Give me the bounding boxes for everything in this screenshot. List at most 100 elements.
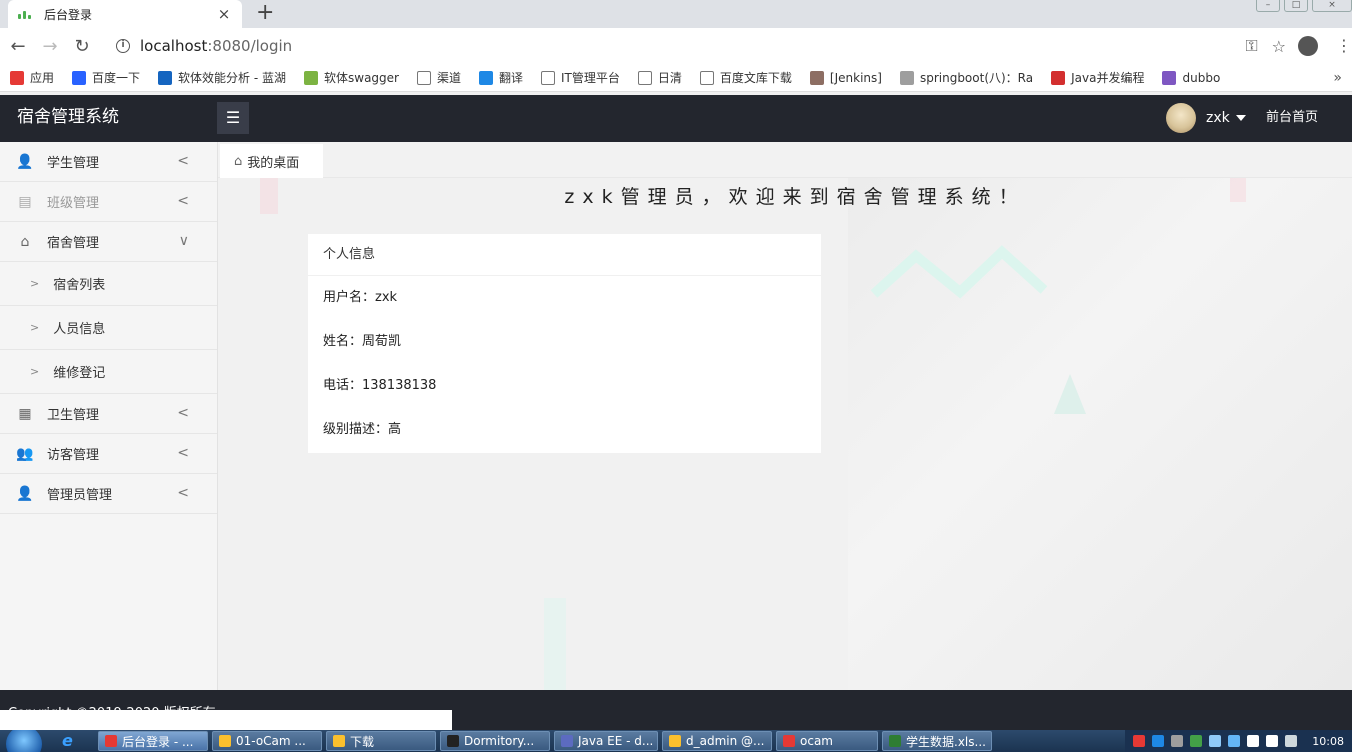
admin-icon: 👤 [16, 485, 34, 502]
reload-icon[interactable]: ↻ [66, 36, 98, 57]
tray-icon[interactable] [1171, 735, 1184, 747]
bookmark-item[interactable]: 软体swagger [304, 69, 399, 86]
minimize-button[interactable]: – [1256, 0, 1280, 12]
tray-icon[interactable] [1152, 735, 1165, 747]
app-footer: Copyright ©2019-2020 版权所有 [0, 690, 1352, 730]
taskbar-app-icon [447, 735, 459, 747]
taskbar-item[interactable]: ocam [776, 731, 878, 751]
bookmark-item[interactable]: 翻译 [479, 69, 523, 86]
maximize-button[interactable]: □ [1284, 0, 1308, 12]
bookmark-icon [158, 70, 173, 85]
taskbar-item[interactable]: d_admin @... [662, 731, 772, 751]
sidebar-item-label: 访客管理 [47, 448, 100, 463]
taskbar-item-label: 学生数据.xls... [906, 734, 986, 749]
tray-icon[interactable] [1133, 735, 1146, 747]
tray-icon[interactable] [1190, 735, 1203, 747]
bookmark-label: 软体效能分析 - 蓝湖 [178, 71, 286, 85]
bookmark-icon [699, 70, 714, 85]
profile-icon[interactable] [1298, 36, 1318, 56]
tray-icon[interactable] [1228, 735, 1241, 747]
taskbar-item-label: 下载 [350, 734, 375, 749]
sidebar-item[interactable]: ⌂ 宿舍管理 ∨ [0, 222, 217, 262]
sidebar-subitem[interactable]: > 宿舍列表 [0, 262, 217, 306]
tab-close-icon[interactable]: × [216, 5, 232, 23]
bookmark-item[interactable]: 软体效能分析 - 蓝湖 [158, 69, 286, 86]
username[interactable]: zxk [1206, 110, 1230, 126]
taskbar-item[interactable]: 学生数据.xls... [882, 731, 992, 751]
bookmark-label: [Jenkins] [829, 70, 882, 85]
sidebar-subitem[interactable]: > 人员信息 [0, 306, 217, 350]
site-info-icon[interactable]: i [116, 39, 130, 53]
bookmark-item[interactable]: [Jenkins] [809, 70, 882, 85]
bookmark-label: 百度文库下载 [719, 71, 792, 85]
sidebar-item-label: 班级管理 [47, 196, 100, 211]
tray-icon[interactable] [1266, 735, 1279, 747]
browser-menu-icon[interactable]: ⋮ [1336, 36, 1352, 55]
bookmark-icon [637, 70, 652, 85]
sidebar-item[interactable]: ▦ 卫生管理 < [0, 394, 217, 434]
sidebar-item[interactable]: 👤 学生管理 < [0, 142, 217, 182]
taskbar-item-label: Java EE - d... [578, 734, 654, 748]
start-button[interactable] [6, 730, 42, 752]
sidebar-item[interactable]: 👥 访客管理 < [0, 434, 217, 474]
star-icon[interactable]: ☆ [1272, 37, 1286, 56]
taskbar-item[interactable]: 01-oCam ... [212, 731, 322, 751]
back-icon[interactable]: ← [2, 36, 34, 57]
taskbar-item-label: 01-oCam ... [236, 734, 306, 748]
bookmark-item[interactable]: 百度文库下载 [699, 69, 792, 86]
bookmark-label: Java并发编程 [1071, 71, 1145, 85]
dorm-icon: ⌂ [20, 233, 30, 250]
ie-icon[interactable]: e [62, 732, 84, 750]
bookmark-item[interactable]: IT管理平台 [541, 69, 620, 86]
bookmarks-more-icon[interactable]: » [1333, 70, 1342, 86]
sidebar-item[interactable]: ▤ 班级管理 < [0, 182, 217, 222]
bookmark-item[interactable]: 渠道 [416, 69, 461, 86]
bookmark-icon [479, 70, 493, 85]
bookmark-item[interactable]: Java并发编程 [1051, 69, 1144, 86]
avatar[interactable] [1166, 103, 1196, 133]
forward-icon[interactable]: → [34, 36, 66, 57]
bookmark-icon [809, 70, 824, 85]
menu-toggle-icon[interactable]: ☰ [217, 102, 249, 134]
bookmark-item[interactable]: 日清 [637, 69, 682, 86]
sidebar-item[interactable]: 👤 管理员管理 < [0, 474, 217, 514]
bookmark-item[interactable]: springboot(八)：Ra [899, 69, 1034, 86]
tray-icon[interactable] [1209, 735, 1222, 747]
taskbar-item[interactable]: Dormitory... [440, 731, 550, 751]
user-menu[interactable]: zxk [1166, 103, 1246, 133]
bookmark-item[interactable]: 百度一下 [72, 69, 140, 86]
taskbar-item[interactable]: Java EE - d... [554, 731, 658, 751]
sidebar-subitem[interactable]: > 维修登记 [0, 350, 217, 394]
url-text[interactable]: localhost:8080/login [140, 37, 292, 55]
profile-card: 个人信息 用户名：zxk 姓名：周荀凯 电话：138138138 级别描述：高 [308, 234, 821, 453]
bookmark-item[interactable]: dubbo [1162, 70, 1220, 85]
bookmark-label: 百度一下 [92, 71, 141, 85]
bookmark-icon [899, 70, 914, 85]
close-window-button[interactable]: × [1312, 0, 1352, 12]
front-home-link[interactable]: 前台首页 [1266, 95, 1318, 140]
sidebar-item-label: 宿舍管理 [47, 236, 100, 251]
bookmark-item[interactable]: 应用 [10, 69, 54, 86]
tab-title: 后台登录 [44, 7, 93, 22]
sidebar-item-label: 卫生管理 [47, 408, 100, 423]
tab-my-desktop[interactable]: ⌂ 我的桌面 [220, 144, 323, 178]
bookmark-label: springboot(八)：Ra [919, 71, 1034, 85]
key-icon[interactable]: ⚿ [1245, 36, 1257, 56]
sidebar-item-label: 管理员管理 [47, 488, 113, 503]
taskbar-app-icon [669, 735, 681, 747]
taskbar-item[interactable]: 后台登录 - ... [98, 731, 208, 751]
bookmark-label: 翻译 [499, 71, 524, 85]
taskbar-app-icon [105, 735, 117, 747]
caret-down-icon[interactable] [1235, 115, 1246, 121]
tray-icon[interactable] [1247, 735, 1260, 747]
home-icon: ⌂ [234, 153, 243, 169]
taskbar-item[interactable]: 下载 [326, 731, 436, 751]
system-clock[interactable]: 10:08 [1312, 735, 1344, 748]
chevron-down-icon: ∨ [178, 233, 189, 249]
new-tab-button[interactable]: + [256, 1, 274, 25]
chevron-right-icon: > [30, 365, 40, 378]
bookmark-label: 渠道 [436, 71, 461, 85]
omnibox[interactable]: i localhost:8080/login ⚿ ☆ [108, 32, 1286, 60]
browser-tab[interactable]: 后台登录 × [8, 0, 242, 28]
tray-icon[interactable] [1285, 735, 1298, 747]
